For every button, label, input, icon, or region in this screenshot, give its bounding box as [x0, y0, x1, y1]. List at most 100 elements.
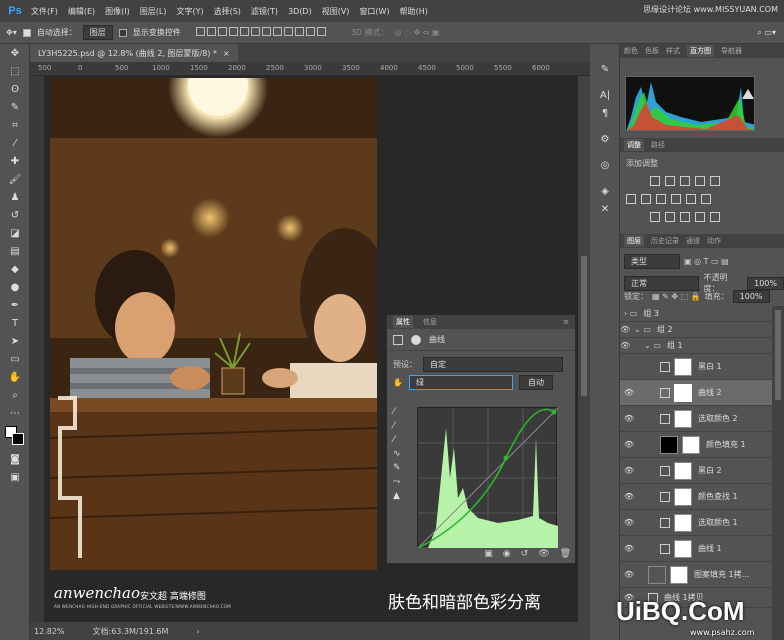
pen-tool-icon[interactable]: ✒: [0, 296, 30, 314]
tab-info[interactable]: 信息: [423, 317, 437, 327]
crop-tool-icon[interactable]: ⌗: [0, 116, 30, 134]
tab-actions[interactable]: 动作: [707, 236, 721, 246]
black-point-eyedropper-icon[interactable]: ⁄: [393, 407, 411, 417]
color-lookup-icon[interactable]: [701, 194, 711, 204]
menu-help[interactable]: 帮助(H): [395, 6, 433, 17]
vibrance-icon[interactable]: [710, 176, 720, 186]
menu-3d[interactable]: 3D(D): [283, 7, 317, 16]
align-bottom-icon[interactable]: [217, 27, 227, 36]
tab-layers[interactable]: 图层: [624, 235, 644, 247]
align-right-icon[interactable]: [250, 27, 260, 36]
layer-row[interactable]: 黑白 1: [620, 354, 772, 380]
curve-graph[interactable]: [417, 407, 559, 549]
channel-mixer-icon[interactable]: [686, 194, 696, 204]
mask-icon[interactable]: [411, 334, 421, 345]
visibility-eye-icon[interactable]: 👁: [620, 570, 638, 579]
type-tool-icon[interactable]: T: [0, 314, 30, 332]
quick-mask-icon[interactable]: ◙: [0, 450, 30, 468]
search-icon[interactable]: ⌕ ▭▾: [757, 28, 776, 38]
paragraph-icon[interactable]: ¶: [590, 104, 620, 122]
tab-paths[interactable]: 路径: [651, 140, 665, 150]
reset-icon[interactable]: ↺: [521, 549, 529, 563]
menu-view[interactable]: 视图(V): [317, 6, 355, 17]
move-tool-icon[interactable]: ✥: [0, 44, 30, 62]
photo-filter-icon[interactable]: [671, 194, 681, 204]
eraser-tool-icon[interactable]: ◪: [0, 224, 30, 242]
tab-properties[interactable]: 属性: [393, 316, 413, 328]
layer-group[interactable]: › ▭ 组 3: [620, 306, 772, 322]
channel-dropdown[interactable]: 绿: [408, 374, 513, 390]
tab-histogram[interactable]: 直方图: [687, 45, 714, 57]
posterize-icon[interactable]: [665, 212, 675, 222]
layer-mask-thumb[interactable]: [674, 513, 692, 532]
path-select-tool-icon[interactable]: ➤: [0, 332, 30, 350]
dodge-tool-icon[interactable]: ●: [0, 278, 30, 296]
trash-icon[interactable]: 🗑: [560, 549, 571, 563]
menu-edit[interactable]: 编辑(E): [63, 6, 100, 17]
view-previous-icon[interactable]: ◉: [503, 549, 511, 563]
auto-button[interactable]: 自动: [518, 374, 553, 390]
shape-tool-icon[interactable]: ▭: [0, 350, 30, 368]
screen-mode-icon[interactable]: ▣: [0, 468, 30, 486]
visibility-eye-icon[interactable]: 👁: [620, 341, 630, 350]
move-tool-icon[interactable]: ✥▾: [6, 28, 17, 37]
menu-image[interactable]: 图像(I): [100, 6, 135, 17]
brush-settings-icon[interactable]: ✎: [590, 60, 620, 78]
layer-row-selected[interactable]: 👁 曲线 2: [620, 380, 772, 406]
brightness-icon[interactable]: [650, 176, 660, 186]
quick-select-tool-icon[interactable]: ✎: [0, 98, 30, 116]
selective-color-icon[interactable]: [710, 212, 720, 222]
visibility-eye-icon[interactable]: 👁: [620, 325, 630, 334]
marquee-tool-icon[interactable]: ⬚: [0, 62, 30, 80]
align-middle-icon[interactable]: [206, 27, 216, 36]
tab-navigator[interactable]: 导航器: [721, 46, 742, 56]
layer-mask-thumb[interactable]: [674, 409, 692, 428]
character-icon[interactable]: A|: [590, 86, 620, 104]
layer-mask-thumb[interactable]: [674, 357, 692, 376]
visibility-eye-icon[interactable]: 👁: [620, 466, 638, 475]
tab-swatches[interactable]: 色板: [645, 46, 659, 56]
threshold-icon[interactable]: [680, 212, 690, 222]
menu-filter[interactable]: 滤镜(T): [246, 6, 283, 17]
adjust-icon[interactable]: ◈: [590, 182, 620, 200]
white-point-eyedropper-icon[interactable]: ⁄: [393, 435, 411, 445]
tab-history[interactable]: 历史记录: [651, 236, 679, 246]
visibility-eye-icon[interactable]: 👁: [620, 440, 638, 449]
layer-mask-thumb[interactable]: [674, 461, 692, 480]
align-top-icon[interactable]: [195, 27, 205, 36]
menu-layer[interactable]: 图层(L): [135, 6, 172, 17]
close-icon[interactable]: ×: [223, 49, 230, 58]
smooth-icon[interactable]: ⤳: [393, 477, 411, 487]
layer-mask-thumb[interactable]: [674, 383, 692, 402]
layer-mask-thumb[interactable]: [674, 539, 692, 558]
healing-tool-icon[interactable]: ✚: [0, 152, 30, 170]
layer-row[interactable]: 👁 选取颜色 1: [620, 510, 772, 536]
curve-point-tool-icon[interactable]: ∿: [393, 449, 411, 459]
layer-row[interactable]: 👁 黑白 2: [620, 458, 772, 484]
visibility-eye-icon[interactable]: 👁: [620, 414, 638, 423]
layer-row[interactable]: 👁 颜色填充 1: [620, 432, 772, 458]
distribute-top-icon[interactable]: [261, 27, 271, 36]
target-adjust-icon[interactable]: ✋: [393, 378, 403, 387]
gradient-map-icon[interactable]: [695, 212, 705, 222]
pencil-tool-icon[interactable]: ✎: [393, 463, 411, 473]
layer-row[interactable]: 👁 选取颜色 2: [620, 406, 772, 432]
stamp-tool-icon[interactable]: ♟: [0, 188, 30, 206]
menu-window[interactable]: 窗口(W): [354, 6, 394, 17]
visibility-eye-icon[interactable]: 👁: [620, 518, 638, 527]
clone-source-icon[interactable]: ⚙: [590, 130, 620, 148]
preset-dropdown[interactable]: 自定: [423, 356, 563, 372]
canvas-scrollbar[interactable]: [578, 76, 590, 622]
tab-adjustments[interactable]: 调整: [624, 139, 644, 151]
layers-scrollbar[interactable]: [772, 306, 784, 640]
layer-row[interactable]: 👁 颜色查找 1: [620, 484, 772, 510]
layer-filter-dropdown[interactable]: 类型: [624, 254, 680, 269]
blur-tool-icon[interactable]: ◆: [0, 260, 30, 278]
eyedropper-tool-icon[interactable]: ⁄: [0, 134, 30, 152]
zoom-tool-icon[interactable]: ⌕: [0, 386, 30, 404]
visibility-icon[interactable]: 👁: [538, 549, 549, 563]
layer-row[interactable]: 👁 图案填充 1拷...: [620, 562, 772, 588]
exposure-icon[interactable]: [695, 176, 705, 186]
gradient-tool-icon[interactable]: ▤: [0, 242, 30, 260]
menu-type[interactable]: 文字(Y): [171, 6, 208, 17]
